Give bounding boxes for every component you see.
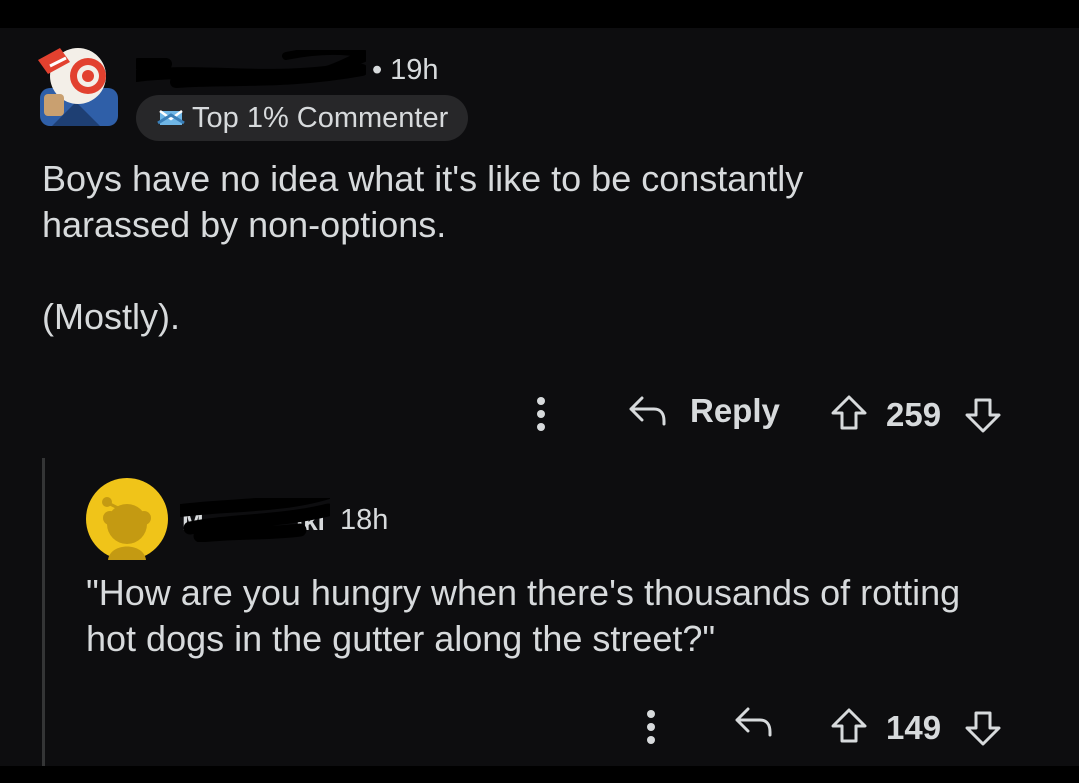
score: 259 <box>886 396 941 434</box>
upvote-button[interactable] <box>830 707 868 745</box>
redacted-username: M iki <box>180 498 330 542</box>
downvote-icon <box>965 398 1001 433</box>
avatar-icon <box>38 48 118 126</box>
comment-paragraph: Boys have no idea what it's like to be c… <box>42 158 804 245</box>
reply-paragraph: "How are you hungry when there's thousan… <box>86 572 961 659</box>
snoo-icon <box>86 478 168 560</box>
comment-body: Boys have no idea what it's like to be c… <box>42 156 942 340</box>
score: 149 <box>886 709 941 747</box>
reply-avatar[interactable] <box>86 478 168 560</box>
kebab-icon <box>537 397 545 431</box>
kebab-icon <box>647 710 655 744</box>
badge-label: Top 1% Commenter <box>192 101 449 134</box>
reply-meta: M iki 18h <box>180 498 389 542</box>
downvote-icon <box>965 711 1001 746</box>
upvote-button[interactable] <box>830 394 868 432</box>
top-commenter-badge[interactable]: Top 1% Commenter <box>136 95 469 141</box>
reply-icon <box>629 396 666 426</box>
comment-time: 19h <box>390 53 439 86</box>
meta-separator: • <box>372 53 383 86</box>
score-count: 149 <box>886 709 942 746</box>
reply-button[interactable]: Reply <box>628 392 780 430</box>
reply-icon <box>735 707 772 737</box>
score-count: 259 <box>886 396 942 433</box>
reply-body: "How are you hungry when there's thousan… <box>86 570 986 662</box>
badge-icon <box>157 109 185 125</box>
reply-label: Reply <box>690 392 780 429</box>
thread-line[interactable] <box>42 458 45 766</box>
reply-button[interactable] <box>734 705 774 739</box>
commenter-avatar[interactable] <box>30 40 124 134</box>
downvote-button[interactable] <box>964 709 1002 747</box>
upvote-icon <box>831 395 867 430</box>
comment-paragraph: (Mostly). <box>42 296 180 337</box>
redacted-username <box>136 50 366 88</box>
reply-time: 18h <box>340 503 389 536</box>
downvote-button[interactable] <box>964 396 1002 434</box>
more-options-button[interactable] <box>644 709 658 745</box>
more-options-button[interactable] <box>534 396 548 432</box>
comment-meta: • 19h <box>136 50 439 90</box>
upvote-icon <box>831 708 867 743</box>
